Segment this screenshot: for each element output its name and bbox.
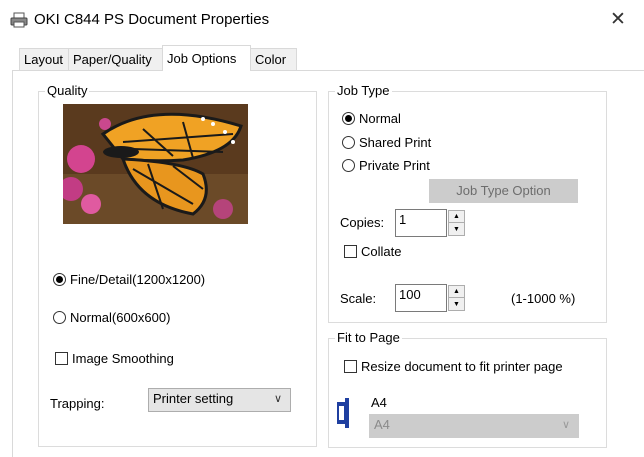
fine-detail-radio[interactable] — [53, 273, 66, 286]
job-type-normal-radio[interactable] — [342, 112, 355, 125]
printer-icon — [10, 12, 28, 28]
spin-down-icon[interactable]: ▼ — [449, 223, 464, 235]
resize-label[interactable]: Resize document to fit printer page — [361, 359, 563, 374]
scale-range: (1-1000 %) — [511, 291, 576, 306]
copies-input[interactable]: 1 — [395, 209, 447, 237]
quality-legend: Quality — [45, 83, 90, 98]
tab-color[interactable]: Color — [250, 48, 297, 70]
image-smoothing-label[interactable]: Image Smoothing — [72, 351, 174, 366]
tab-layout[interactable]: Layout — [19, 48, 69, 70]
collate-checkbox[interactable] — [344, 245, 357, 258]
trapping-label: Trapping: — [50, 396, 105, 411]
tab-paper-quality[interactable]: Paper/Quality — [68, 48, 163, 70]
scale-spinner[interactable]: ▲ ▼ — [448, 285, 465, 311]
copies-label: Copies: — [340, 215, 385, 230]
chevron-down-icon: ∨ — [561, 419, 570, 431]
quality-preview-image — [63, 104, 248, 224]
paper-size-value: A4 — [374, 417, 390, 432]
paper-size-label: A4 — [371, 395, 387, 410]
tab-job-options[interactable]: Job Options — [162, 45, 251, 71]
resize-checkbox[interactable] — [344, 360, 357, 373]
portrait-orientation-icon — [337, 398, 349, 428]
spin-down-icon[interactable]: ▼ — [449, 298, 464, 310]
collate-label[interactable]: Collate — [361, 244, 401, 259]
trapping-value: Printer setting — [153, 391, 234, 406]
shared-print-label[interactable]: Shared Print — [359, 135, 431, 150]
chevron-down-icon: ∨ — [273, 393, 282, 405]
scale-label: Scale: — [340, 291, 377, 306]
spin-up-icon[interactable]: ▲ — [449, 286, 464, 298]
image-smoothing-checkbox[interactable] — [55, 352, 68, 365]
butterfly-image — [63, 104, 248, 224]
normal-quality-label[interactable]: Normal(600x600) — [70, 310, 170, 325]
job-type-normal-label[interactable]: Normal — [359, 111, 401, 126]
copies-spinner[interactable]: ▲ ▼ — [448, 210, 465, 236]
shared-print-radio[interactable] — [342, 136, 355, 149]
job-type-option-button[interactable]: Job Type Option — [429, 179, 578, 203]
private-print-radio[interactable] — [342, 159, 355, 172]
fine-detail-label[interactable]: Fine/Detail(1200x1200) — [70, 272, 205, 287]
job-type-legend: Job Type — [335, 83, 392, 98]
normal-quality-radio[interactable] — [53, 311, 66, 324]
private-print-label[interactable]: Private Print — [359, 158, 430, 173]
window-title: OKI C844 PS Document Properties — [34, 11, 270, 28]
scale-input[interactable]: 100 — [395, 284, 447, 312]
fit-to-page-legend: Fit to Page — [335, 330, 402, 345]
paper-size-select[interactable]: A4 ∨ — [369, 414, 579, 438]
close-icon[interactable]: ✕ — [610, 8, 626, 31]
trapping-select[interactable]: Printer setting ∨ — [148, 388, 291, 412]
spin-up-icon[interactable]: ▲ — [449, 211, 464, 223]
